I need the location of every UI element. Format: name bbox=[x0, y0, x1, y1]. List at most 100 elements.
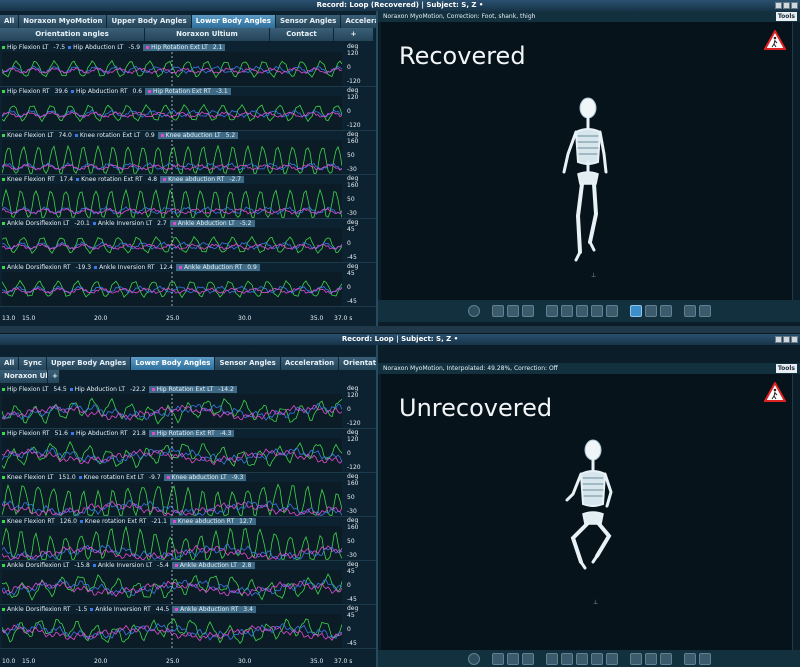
graph-plot[interactable] bbox=[2, 438, 342, 472]
legend-item[interactable]: Hip Abduction RT 21.8 bbox=[70, 430, 146, 437]
graph-plot[interactable] bbox=[2, 184, 342, 218]
legend-item[interactable]: Hip Flexion LT 54.5 bbox=[2, 386, 67, 393]
tab-all[interactable]: All bbox=[0, 15, 20, 28]
legend-item[interactable]: Knee rotation Ext LT 0.9 bbox=[74, 132, 155, 139]
legend-item[interactable]: Ankle Dorsiflexion LT -15.8 bbox=[2, 562, 90, 569]
warning-walk-icon[interactable] bbox=[764, 30, 786, 50]
graph-plot[interactable] bbox=[2, 96, 342, 130]
legend-item[interactable]: Ankle Inversion RT 44.5 bbox=[90, 606, 169, 613]
grid-icon[interactable] bbox=[659, 305, 672, 317]
legend-item[interactable]: Knee abduction LT -9.3 bbox=[163, 474, 247, 481]
curve-icon[interactable] bbox=[644, 305, 657, 317]
graph-plot[interactable] bbox=[2, 228, 342, 262]
legend-item[interactable]: Ankle Dorsiflexion LT -20.1 bbox=[2, 220, 90, 227]
tab-sensor-angles[interactable]: Sensor Angles bbox=[275, 15, 342, 28]
legend-item[interactable]: Ankle Dorsiflexion RT -1.5 bbox=[2, 606, 87, 613]
legend-item[interactable]: Knee Flexion RT 17.4 bbox=[2, 176, 73, 183]
grid-icon[interactable] bbox=[659, 652, 672, 665]
skeleton-3d-canvas[interactable]: Recovered ⊥ bbox=[381, 22, 793, 308]
figure-marker-icon[interactable] bbox=[683, 652, 696, 665]
legend-item[interactable]: Hip Rotation Ext LT 2.1 bbox=[143, 44, 226, 51]
export-icon[interactable] bbox=[698, 652, 711, 665]
skeleton-3d-canvas[interactable]: Unrecovered ⊥ bbox=[381, 374, 793, 660]
legend-item[interactable]: Knee abduction RT -2.7 bbox=[160, 176, 245, 183]
legend-item[interactable]: Ankle Inversion RT 12.4 bbox=[94, 264, 173, 271]
legend-item[interactable]: Knee rotation Ext LT -9.7 bbox=[78, 474, 161, 481]
subtab-noraxon-ultium[interactable]: Noraxon Ultium bbox=[0, 370, 48, 383]
figure-front-icon[interactable] bbox=[545, 652, 558, 665]
subtab-add[interactable]: + bbox=[334, 28, 374, 41]
legend-item[interactable]: Ankle Inversion LT -5.4 bbox=[92, 562, 169, 569]
tools-button[interactable]: Tools bbox=[775, 364, 797, 373]
legend-item[interactable]: Ankle Dorsiflexion RT -19.3 bbox=[2, 264, 91, 271]
graph-plot[interactable] bbox=[2, 140, 342, 174]
tab-lower-body-angles[interactable]: Lower Body Angles bbox=[131, 357, 216, 370]
zoom-out-icon[interactable] bbox=[506, 652, 519, 665]
graph-plot[interactable] bbox=[2, 394, 342, 428]
subtab-add[interactable]: + bbox=[48, 370, 60, 383]
legend-item[interactable]: Ankle Abduction RT 3.4 bbox=[172, 606, 256, 613]
figure-back-icon[interactable] bbox=[575, 305, 588, 317]
legend-item[interactable]: Hip Rotation Ext RT -3.1 bbox=[145, 88, 231, 95]
legend-item[interactable]: Hip Abduction LT -22.2 bbox=[69, 386, 146, 393]
tab-acceleration[interactable]: Acceleration bbox=[280, 357, 340, 370]
legend-item[interactable]: Knee rotation Ext RT 4.8 bbox=[76, 176, 157, 183]
tab-lower-body-angles[interactable]: Lower Body Angles bbox=[191, 15, 276, 28]
figure-other-side-icon[interactable] bbox=[590, 652, 603, 665]
legend-item[interactable]: Hip Rotation Ext RT -4.3 bbox=[148, 430, 235, 437]
graph-plot[interactable] bbox=[2, 526, 342, 560]
figure-side-icon[interactable] bbox=[560, 652, 573, 665]
close-button[interactable] bbox=[791, 336, 798, 343]
zoom-fit-icon[interactable] bbox=[521, 652, 534, 665]
rotate-icon[interactable] bbox=[467, 305, 480, 317]
zoom-fit-icon[interactable] bbox=[521, 305, 534, 317]
legend-item[interactable]: Hip Abduction RT 0.6 bbox=[70, 88, 142, 95]
restore-button[interactable] bbox=[783, 2, 790, 9]
legend-item[interactable]: Ankle Abduction RT 0.9 bbox=[175, 264, 260, 271]
legend-item[interactable]: Knee abduction LT 5.2 bbox=[157, 132, 239, 139]
tab-upper-body-angles[interactable]: Upper Body Angles bbox=[107, 15, 192, 28]
legend-item[interactable]: Hip Flexion RT 51.6 bbox=[2, 430, 68, 437]
graph-plot[interactable] bbox=[2, 482, 342, 516]
subtab-contact[interactable]: Contact bbox=[270, 28, 334, 41]
rotate-icon[interactable] bbox=[467, 652, 480, 665]
legend-item[interactable]: Ankle Abduction LT 2.8 bbox=[171, 562, 255, 569]
subtab-noraxon-ultium[interactable]: Noraxon Ultium bbox=[145, 28, 270, 41]
legend-item[interactable]: Hip Flexion RT 39.6 bbox=[2, 88, 68, 95]
tab-upper-body-angles[interactable]: Upper Body Angles bbox=[46, 357, 132, 370]
export-icon[interactable] bbox=[698, 305, 711, 317]
legend-item[interactable]: Knee Flexion RT 126.0 bbox=[2, 518, 77, 525]
percent-view-icon[interactable] bbox=[629, 305, 642, 317]
legend-item[interactable]: Hip Flexion LT -7.5 bbox=[2, 44, 65, 51]
legend-item[interactable]: Knee abduction RT 12.7 bbox=[169, 518, 256, 525]
figure-front-icon[interactable] bbox=[545, 305, 558, 317]
figure-side-icon[interactable] bbox=[560, 305, 573, 317]
legend-item[interactable]: Knee Flexion LT 151.0 bbox=[2, 474, 76, 481]
legend-item[interactable]: Ankle Inversion LT 2.7 bbox=[92, 220, 167, 227]
zoom-in-icon[interactable] bbox=[491, 652, 504, 665]
zoom-in-icon[interactable] bbox=[491, 305, 504, 317]
curve-icon[interactable] bbox=[644, 652, 657, 665]
minimize-button[interactable] bbox=[775, 336, 782, 343]
legend-item[interactable]: Knee Flexion LT 74.0 bbox=[2, 132, 72, 139]
restore-button[interactable] bbox=[783, 336, 790, 343]
foot-icon[interactable] bbox=[605, 652, 618, 665]
graph-plot[interactable] bbox=[2, 570, 342, 604]
zoom-out-icon[interactable] bbox=[506, 305, 519, 317]
minimize-button[interactable] bbox=[775, 2, 782, 9]
tab-noraxon-myomotion[interactable]: Noraxon MyoMotion bbox=[19, 15, 108, 28]
legend-item[interactable]: Hip Rotation Ext LT -14.2 bbox=[148, 386, 237, 393]
figure-back-icon[interactable] bbox=[575, 652, 588, 665]
figure-other-side-icon[interactable] bbox=[590, 305, 603, 317]
foot-icon[interactable] bbox=[605, 305, 618, 317]
tools-button[interactable]: Tools bbox=[775, 12, 797, 21]
legend-item[interactable]: Knee rotation Ext RT -21.1 bbox=[79, 518, 167, 525]
tab-sensor-angles[interactable]: Sensor Angles bbox=[215, 357, 281, 370]
tab-all[interactable]: All bbox=[0, 357, 20, 370]
tab-sync[interactable]: Sync bbox=[19, 357, 47, 370]
legend-item[interactable]: Ankle Abduction LT -5.2 bbox=[169, 220, 255, 227]
percent-view-icon[interactable] bbox=[629, 652, 642, 665]
close-button[interactable] bbox=[791, 2, 798, 9]
legend-item[interactable]: Hip Abduction LT -5.9 bbox=[68, 44, 140, 51]
subtab-orientation-angles[interactable]: Orientation angles bbox=[0, 28, 145, 41]
